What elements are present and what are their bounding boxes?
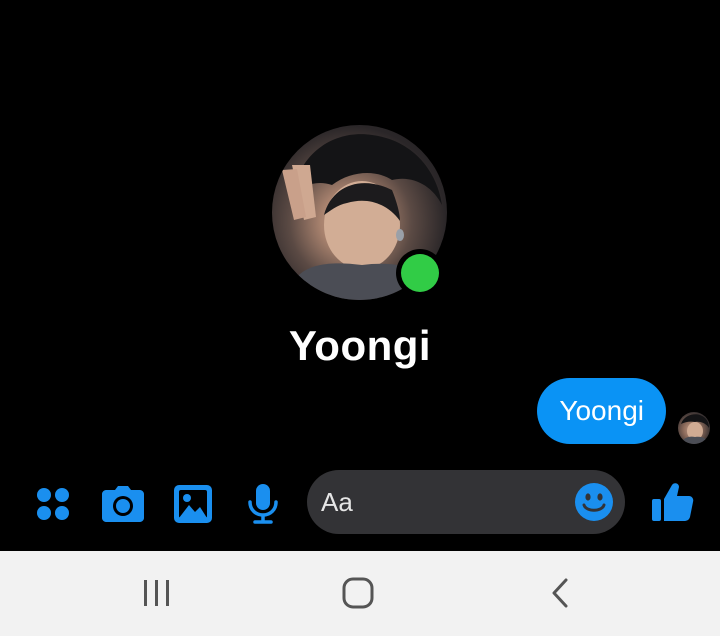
recents-icon[interactable] [127, 571, 187, 615]
back-icon[interactable] [530, 571, 590, 615]
message-input[interactable] [307, 470, 571, 534]
sent-message-bubble[interactable]: Yoongi [537, 378, 666, 444]
camera-icon[interactable] [101, 482, 145, 526]
gallery-icon[interactable] [171, 482, 215, 526]
system-navigation-bar [0, 551, 720, 636]
microphone-icon[interactable] [241, 482, 285, 526]
home-icon[interactable] [328, 571, 388, 615]
online-status-dot [401, 254, 439, 292]
seen-avatar-photo [681, 414, 709, 444]
smiley-icon[interactable] [575, 483, 613, 521]
messenger-screen: Yoongi Yoongi [0, 0, 720, 636]
message-input-field[interactable] [307, 470, 625, 534]
message-composer [0, 460, 720, 550]
seen-indicator-avatar [678, 412, 710, 444]
apps-grid-icon[interactable] [31, 482, 75, 526]
thumbs-up-icon[interactable] [651, 480, 695, 524]
chat-area: Yoongi Yoongi [0, 0, 720, 460]
contact-name: Yoongi [288, 322, 432, 369]
